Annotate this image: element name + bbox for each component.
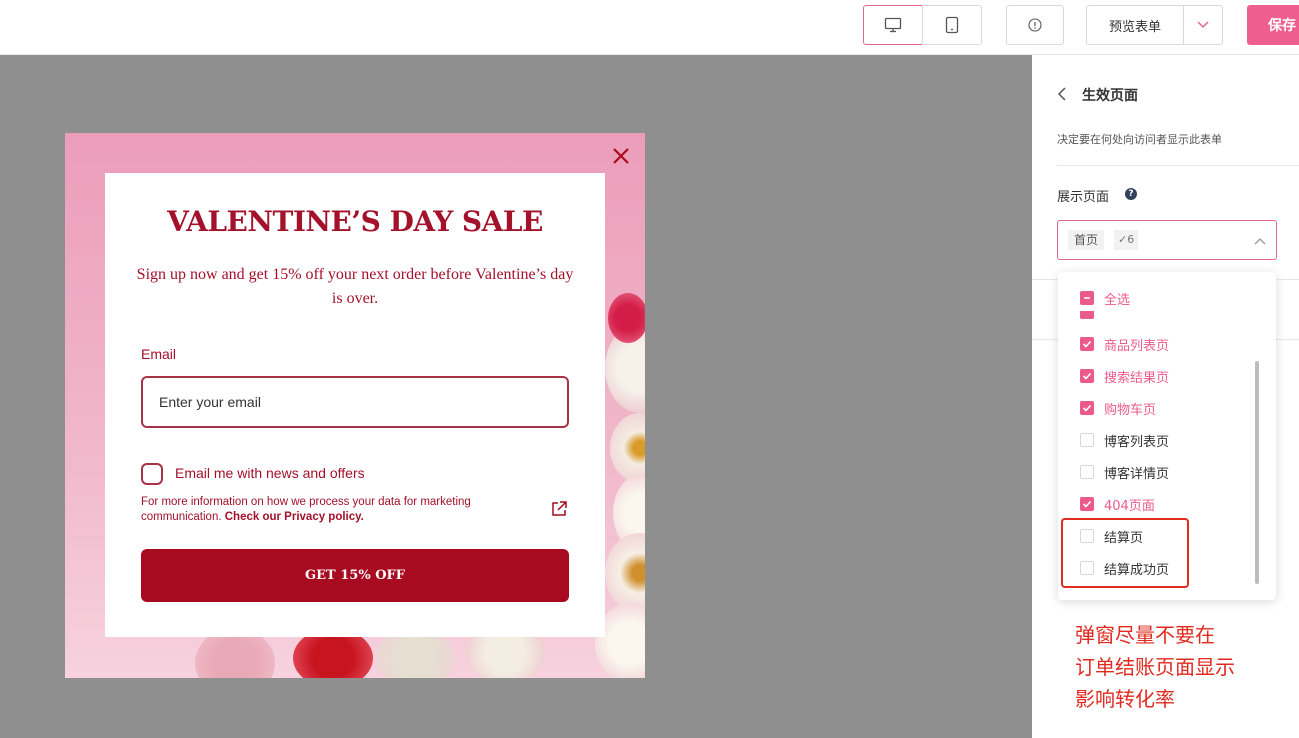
option-cart[interactable]: 购物车页 bbox=[1058, 392, 1276, 424]
display-pages-label: 展示页面 bbox=[1057, 190, 1110, 205]
annotation-line: 弹窗尽量不要在 bbox=[1075, 623, 1215, 647]
help-icon[interactable]: ? bbox=[1125, 188, 1137, 200]
option-blog-list[interactable]: 博客列表页 bbox=[1058, 424, 1276, 456]
option-404[interactable]: 404页面 bbox=[1058, 488, 1276, 520]
option-search-results[interactable]: 搜索结果页 bbox=[1058, 360, 1276, 392]
option-blog-detail[interactable]: 博客详情页 bbox=[1058, 456, 1276, 488]
option-label: 商品列表页 bbox=[1104, 339, 1170, 354]
info-icon bbox=[1028, 18, 1042, 32]
checkbox-checked[interactable] bbox=[1080, 369, 1094, 383]
privacy-notice: For more information on how we process y… bbox=[141, 495, 531, 525]
newsletter-checkbox-label: Email me with news and offers bbox=[175, 465, 365, 481]
save-button[interactable]: 保存 bbox=[1247, 5, 1299, 45]
option-label: 搜索结果页 bbox=[1104, 371, 1170, 386]
chevron-up-icon bbox=[1254, 238, 1266, 245]
close-icon[interactable] bbox=[610, 145, 632, 167]
option-label: 博客详情页 bbox=[1104, 467, 1170, 482]
preview-canvas: VALENTINE’S DAY SALE Sign up now and get… bbox=[0, 55, 1032, 738]
option-partially-hidden bbox=[1058, 311, 1276, 319]
option-product-list[interactable]: 商品列表页 bbox=[1058, 328, 1276, 360]
tablet-icon bbox=[945, 16, 959, 34]
popup-form: VALENTINE’S DAY SALE Sign up now and get… bbox=[65, 133, 645, 678]
info-button[interactable] bbox=[1006, 5, 1064, 45]
email-label: Email bbox=[141, 346, 177, 362]
dropdown-scrollbar[interactable] bbox=[1255, 361, 1259, 584]
checkbox-checked[interactable] bbox=[1080, 337, 1094, 351]
selected-tag: 首页 bbox=[1068, 230, 1105, 250]
display-pages-select[interactable]: 首页 ✓6 bbox=[1057, 220, 1277, 260]
option-label: 购物车页 bbox=[1104, 403, 1157, 418]
preview-dropdown-button[interactable] bbox=[1183, 5, 1223, 45]
preview-form-button[interactable]: 预览表单 bbox=[1086, 5, 1184, 45]
top-toolbar: 预览表单 保存 bbox=[0, 0, 1299, 55]
option-select-all[interactable]: 全选 bbox=[1058, 282, 1276, 314]
annotation-highlight-box bbox=[1061, 518, 1189, 588]
annotation-note: 弹窗尽量不要在 订单结账页面显示 影响转化率 bbox=[1075, 619, 1235, 715]
checkbox-checked[interactable] bbox=[1080, 497, 1094, 511]
option-label: 博客列表页 bbox=[1104, 435, 1170, 450]
get-discount-button[interactable]: GET 15% OFF bbox=[141, 549, 569, 602]
annotation-line: 影响转化率 bbox=[1075, 687, 1175, 711]
popup-headline: VALENTINE’S DAY SALE bbox=[167, 205, 543, 238]
desktop-view-button[interactable] bbox=[863, 5, 923, 45]
external-link-icon[interactable] bbox=[549, 499, 569, 519]
privacy-policy-link[interactable]: Check our Privacy policy. bbox=[225, 511, 364, 523]
popup-card: VALENTINE’S DAY SALE Sign up now and get… bbox=[105, 173, 605, 637]
tablet-view-button[interactable] bbox=[922, 5, 982, 45]
selected-count: ✓6 bbox=[1114, 230, 1139, 250]
annotation-line: 订单结账页面显示 bbox=[1075, 655, 1235, 679]
checkbox-checked bbox=[1080, 311, 1094, 319]
newsletter-checkbox[interactable] bbox=[141, 463, 163, 485]
checkbox-unchecked[interactable] bbox=[1080, 465, 1094, 479]
chevron-left-icon[interactable] bbox=[1056, 86, 1070, 102]
email-input[interactable] bbox=[141, 376, 569, 428]
desktop-icon bbox=[884, 17, 902, 33]
option-label: 全选 bbox=[1104, 293, 1131, 308]
divider bbox=[1057, 165, 1299, 166]
panel-title: 生效页面 bbox=[1082, 88, 1138, 104]
chevron-down-icon bbox=[1197, 21, 1209, 29]
checkbox-partial[interactable] bbox=[1080, 291, 1094, 305]
popup-subtext: Sign up now and get 15% off your next or… bbox=[136, 266, 574, 307]
checkbox-unchecked[interactable] bbox=[1080, 433, 1094, 447]
option-label: 404页面 bbox=[1104, 499, 1155, 514]
checkbox-checked[interactable] bbox=[1080, 401, 1094, 415]
panel-description: 决定要在何处向访问者显示此表单 bbox=[1057, 133, 1222, 146]
